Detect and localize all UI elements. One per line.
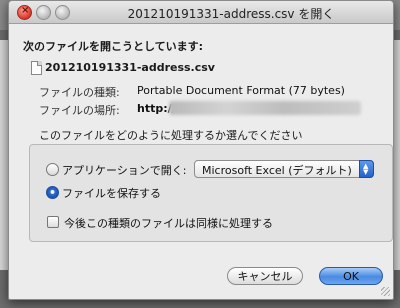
redacted-url (169, 101, 361, 115)
dialog-heading: 次のファイルを開こうとしています: (23, 40, 204, 53)
remember-choice-checkbox[interactable] (47, 216, 59, 228)
cancel-button[interactable]: キャンセル (227, 267, 303, 285)
open-with-label[interactable]: アプリケーションで開く: (62, 162, 187, 178)
application-select[interactable]: Microsoft Excel (デフォルト) ▲ ▼ (194, 160, 374, 178)
save-file-label[interactable]: ファイルを保存する (62, 185, 161, 201)
title-bar: × 201210191331-address.csv を開く (9, 1, 393, 24)
open-with-radio[interactable] (46, 163, 59, 176)
zoom-button[interactable] (55, 5, 70, 20)
file-icon (31, 61, 42, 75)
up-down-arrows-icon: ▲ ▼ (359, 160, 374, 178)
ok-button[interactable]: OK (319, 267, 383, 285)
minimize-button[interactable] (36, 5, 51, 20)
file-location-label: ファイルの場所: (39, 104, 120, 117)
remember-choice-label[interactable]: 今後この種類のファイルは同様に処理する (64, 215, 273, 231)
action-options-group: アプリケーションで開く: Microsoft Excel (デフォルト) ▲ ▼ … (29, 144, 393, 242)
close-icon: × (21, 5, 30, 16)
close-button[interactable]: × (17, 5, 32, 20)
action-question: このファイルをどのように処理するか選んでください (39, 129, 303, 142)
window-title: 201210191331-address.csv を開く (127, 7, 335, 21)
save-file-radio[interactable] (46, 186, 59, 199)
resize-grip-icon[interactable] (381, 287, 390, 296)
file-name: 201210191331-address.csv (45, 61, 215, 74)
file-kind-label: ファイルの種類: (39, 86, 120, 99)
download-dialog: × 201210191331-address.csv を開く 次のファイルを開こ… (8, 0, 394, 300)
application-select-value: Microsoft Excel (デフォルト) (202, 164, 352, 177)
file-kind-value: Portable Document Format (77 bytes) (137, 84, 345, 97)
